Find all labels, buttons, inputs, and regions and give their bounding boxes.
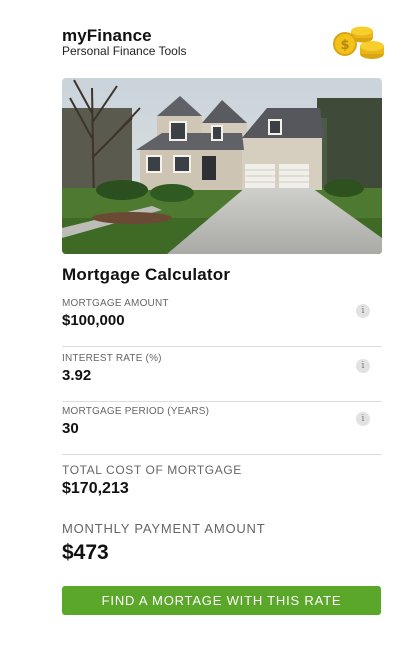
mortgage-amount-field: MORTGAGE AMOUNT i <box>62 298 382 347</box>
info-icon[interactable]: i <box>356 359 370 373</box>
total-cost-label: TOTAL COST OF MORTGAGE <box>62 463 242 477</box>
app-header: myFinance Personal Finance Tools $ <box>62 24 384 64</box>
info-icon[interactable]: i <box>356 304 370 318</box>
mortgage-amount-label: MORTGAGE AMOUNT <box>62 298 169 309</box>
find-mortgage-button[interactable]: FIND A MORTAGE WITH THIS RATE <box>62 586 381 615</box>
monthly-payment-label: MONTHLY PAYMENT AMOUNT <box>62 521 266 536</box>
calculator-title: Mortgage Calculator <box>62 265 231 284</box>
mortgage-amount-input[interactable] <box>62 312 322 329</box>
svg-text:$: $ <box>340 38 349 53</box>
monthly-payment-value: $473 <box>62 541 109 564</box>
interest-rate-field: INTEREST RATE (%) i <box>62 353 382 402</box>
interest-rate-input[interactable] <box>62 367 322 384</box>
total-cost-value: $170,213 <box>62 480 129 497</box>
coins-icon: $ <box>332 24 386 62</box>
mortgage-period-field: MORTGAGE PERIOD (YEARS) i <box>62 406 382 455</box>
interest-rate-label: INTEREST RATE (%) <box>62 353 162 364</box>
mortgage-period-label: MORTGAGE PERIOD (YEARS) <box>62 406 210 417</box>
app-title: myFinance <box>62 26 152 45</box>
app-subtitle: Personal Finance Tools <box>62 44 187 58</box>
mortgage-period-input[interactable] <box>62 420 322 437</box>
house-photo <box>62 78 382 254</box>
info-icon[interactable]: i <box>356 412 370 426</box>
